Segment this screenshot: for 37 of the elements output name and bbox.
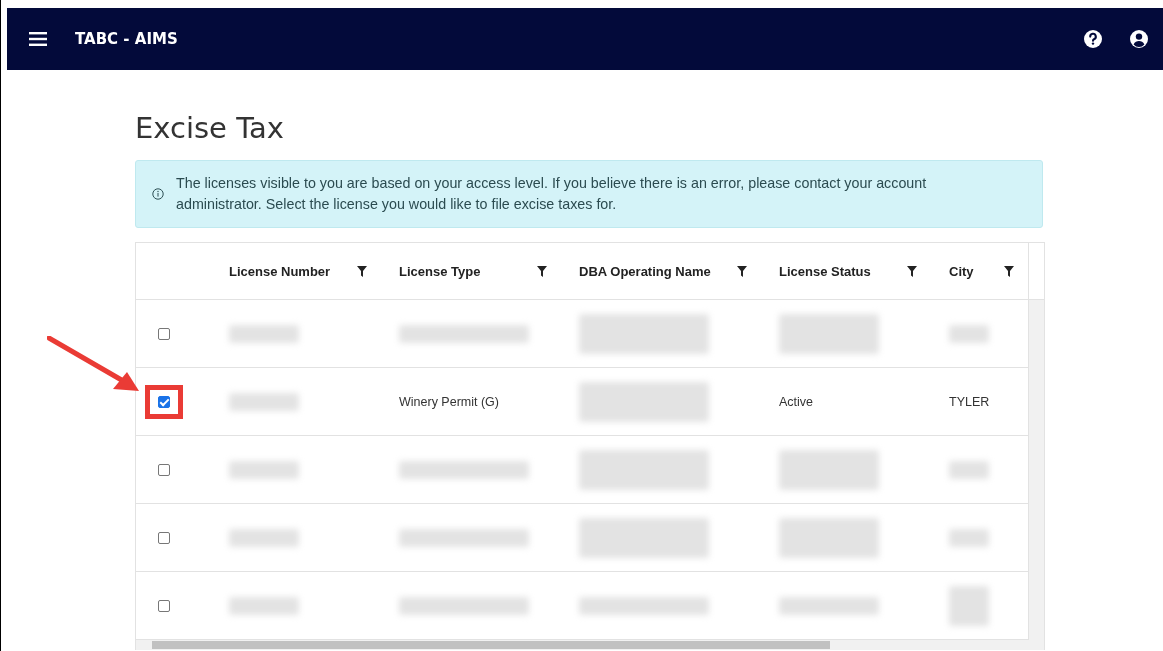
filter-icon[interactable] [357, 265, 367, 277]
blurred-text [949, 528, 989, 547]
menu-icon[interactable] [29, 32, 47, 46]
blurred-text [229, 460, 299, 479]
app-title: TABC - AIMS [75, 30, 178, 48]
column-header[interactable]: License Number [229, 263, 331, 279]
scrollbar-thumb[interactable] [152, 641, 830, 649]
row-checkbox[interactable] [158, 463, 170, 476]
row-checkbox[interactable] [158, 599, 170, 612]
row-checkbox[interactable] [158, 395, 170, 408]
blurred-text [229, 324, 299, 343]
info-icon [152, 188, 164, 200]
row-checkbox[interactable] [158, 327, 170, 340]
column-header[interactable]: City [949, 263, 974, 279]
filter-icon[interactable] [1004, 265, 1014, 277]
table-cell: Active [779, 394, 814, 409]
horizontal-scrollbar[interactable] [136, 640, 1044, 650]
filter-icon[interactable] [537, 265, 547, 277]
filter-icon[interactable] [907, 265, 917, 277]
blurred-text [949, 460, 989, 479]
blurred-text [229, 528, 299, 547]
row-checkbox[interactable] [158, 531, 170, 544]
table-cell: TYLER [949, 394, 990, 409]
vertical-scrollbar[interactable] [1028, 300, 1044, 640]
column-header[interactable]: License Type [399, 263, 481, 279]
table-cell: Winery Permit (G) [399, 394, 499, 409]
blurred-text [229, 596, 299, 615]
blurred-text [949, 585, 989, 626]
account-icon[interactable] [1129, 29, 1149, 49]
help-icon[interactable] [1083, 29, 1103, 49]
column-header[interactable]: License Status [779, 263, 871, 279]
column-header[interactable]: DBA Operating Name [579, 263, 711, 279]
page-title: Excise Tax [135, 110, 285, 146]
blurred-text [229, 392, 299, 411]
filter-icon[interactable] [737, 265, 747, 277]
blurred-text [949, 324, 989, 343]
alert-message: The licenses visible to you are based on your access level. If you believe there is an error, please contact your account administrator. Select the license you would like to file excise taxes for. [176, 174, 928, 214]
